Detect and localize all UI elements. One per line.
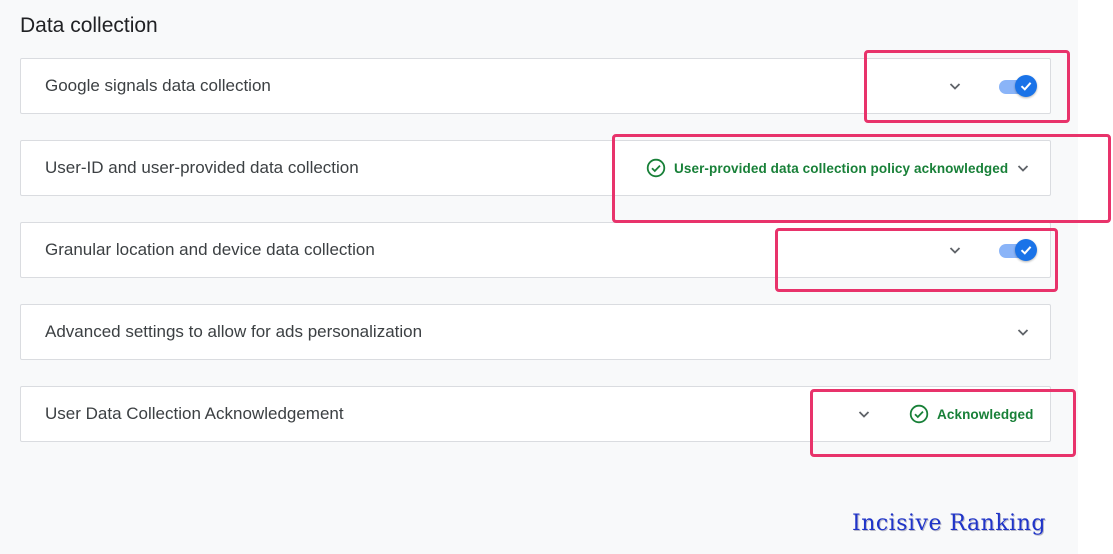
chevron-down-icon[interactable] xyxy=(1013,322,1033,342)
chevron-down-icon[interactable] xyxy=(1013,158,1033,178)
data-collection-panel: Data collection Google signals data coll… xyxy=(0,0,1078,554)
check-icon xyxy=(1020,246,1032,255)
check-icon xyxy=(1020,82,1032,91)
status-acknowledged: Acknowledged xyxy=(909,404,1033,424)
check-circle-icon xyxy=(646,158,666,178)
row-granular-location[interactable]: Granular location and device data collec… xyxy=(20,222,1051,278)
google-signals-toggle[interactable] xyxy=(999,75,1037,97)
chevron-down-icon[interactable] xyxy=(945,76,965,96)
status-acknowledged: User-provided data collection policy ack… xyxy=(646,158,1008,178)
row-user-data-acknowledgement[interactable]: User Data Collection Acknowledgement Ack… xyxy=(20,386,1051,442)
status-text: Acknowledged xyxy=(937,406,1034,422)
row-google-signals[interactable]: Google signals data collection xyxy=(20,58,1051,114)
check-circle-icon xyxy=(909,404,929,424)
chevron-down-icon[interactable] xyxy=(854,404,874,424)
row-label: User Data Collection Acknowledgement xyxy=(45,404,344,423)
row-label: Granular location and device data collec… xyxy=(45,240,375,259)
row-label: Advanced settings to allow for ads perso… xyxy=(45,322,423,341)
toggle-knob xyxy=(1015,75,1037,97)
row-label: User-ID and user-provided data collectio… xyxy=(45,158,359,177)
granular-location-toggle[interactable] xyxy=(999,239,1037,261)
row-user-id[interactable]: User-ID and user-provided data collectio… xyxy=(20,140,1051,196)
section-title: Data collection xyxy=(20,14,158,37)
row-label: Google signals data collection xyxy=(45,76,271,95)
watermark-text: Incisive Ranking xyxy=(852,511,1046,536)
toggle-knob xyxy=(1015,239,1037,261)
row-advanced-settings[interactable]: Advanced settings to allow for ads perso… xyxy=(20,304,1051,360)
status-text: User-provided data collection policy ack… xyxy=(674,160,1009,176)
chevron-down-icon[interactable] xyxy=(945,240,965,260)
